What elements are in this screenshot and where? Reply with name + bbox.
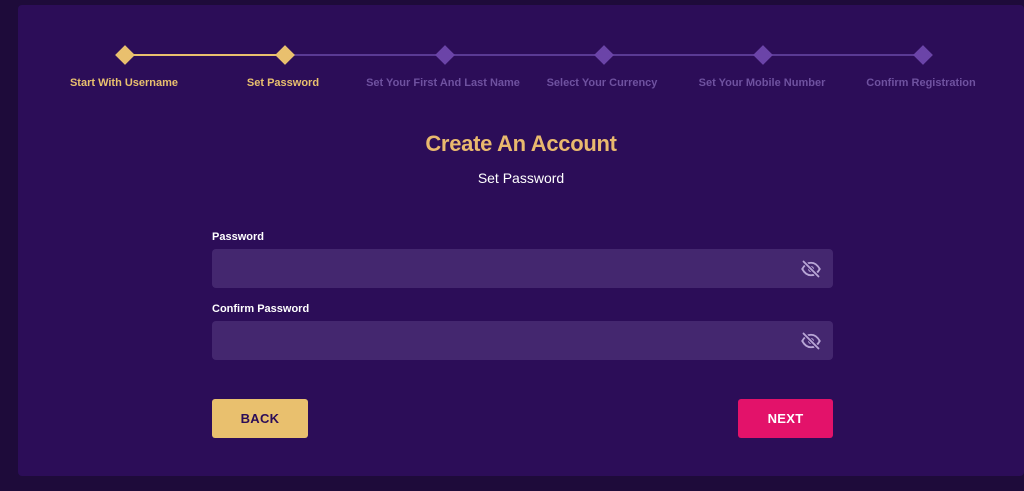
eye-off-icon[interactable] <box>801 331 821 351</box>
step-2-marker[interactable] <box>275 45 295 65</box>
registration-stepper: Start With Username Set Password Set You… <box>18 5 1024 105</box>
stepper-line-done <box>125 54 285 56</box>
step-2-label[interactable]: Set Password <box>193 77 373 89</box>
page-title: Create An Account <box>425 131 617 156</box>
step-4-marker <box>594 45 614 65</box>
page-subtitle: Set Password <box>477 170 565 186</box>
next-button[interactable]: NEXT <box>738 399 833 438</box>
step-5-marker <box>753 45 773 65</box>
step-1-marker[interactable] <box>115 45 135 65</box>
registration-card: Start With Username Set Password Set You… <box>18 5 1024 476</box>
step-6-label: Confirm Registration <box>866 77 976 89</box>
password-label: Password <box>212 231 264 243</box>
confirm-password-input[interactable] <box>212 321 833 360</box>
step-3-marker <box>435 45 455 65</box>
step-1-label[interactable]: Start With Username <box>34 77 214 89</box>
password-field[interactable] <box>212 249 833 288</box>
eye-off-icon[interactable] <box>801 259 821 279</box>
confirm-password-field[interactable] <box>212 321 833 360</box>
step-3-label: Set Your First And Last Name <box>366 77 520 89</box>
back-button[interactable]: BACK <box>212 399 308 438</box>
step-6-marker <box>913 45 933 65</box>
password-input[interactable] <box>212 249 833 288</box>
step-5-label: Set Your Mobile Number <box>698 77 826 89</box>
step-4-label: Select Your Currency <box>546 77 658 89</box>
confirm-password-label: Confirm Password <box>212 303 310 315</box>
